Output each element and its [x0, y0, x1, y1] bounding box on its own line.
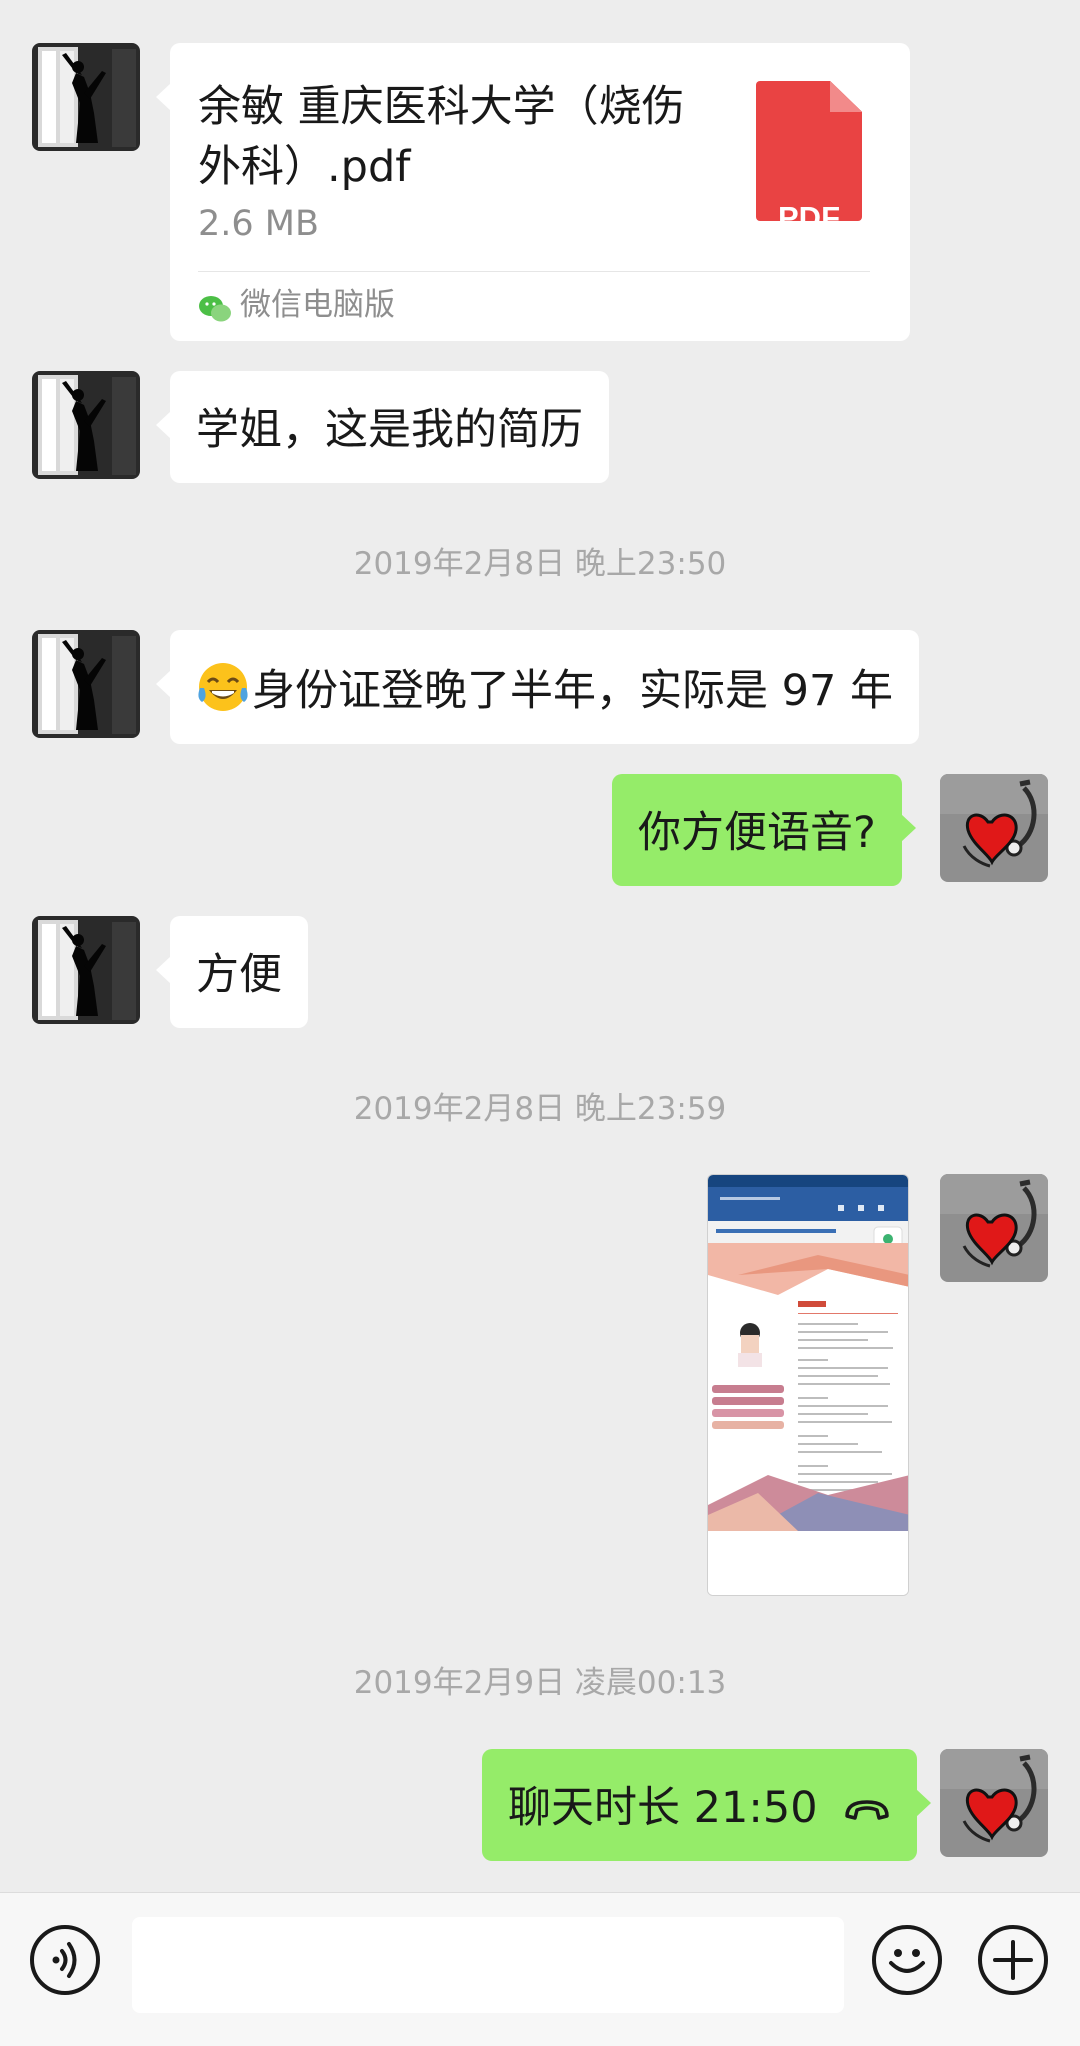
message-text: 身份证登晚了半年，实际是 97 年 — [170, 630, 919, 744]
divider — [198, 271, 870, 272]
received-message[interactable]: 学姐，这是我的简历 — [156, 371, 609, 483]
contact-avatar[interactable] — [32, 371, 140, 479]
voice-input-button[interactable] — [30, 1925, 100, 1995]
bubble-tail — [156, 411, 171, 439]
chat-area[interactable]: 余敏 重庆医科大学（烧伤外科）.pdf 2.6 MB PDF 微信电脑版 学姐，… — [0, 0, 1080, 1892]
message-input[interactable] — [132, 1917, 844, 2013]
timestamp: 2019年2月8日 晚上23:50 — [353, 546, 727, 582]
file-size: 2.6 MB — [198, 204, 319, 244]
voice-input-icon — [52, 1942, 77, 1978]
call-duration: 聊天时长 21:50 — [508, 1783, 818, 1833]
message-text: 你方便语音? — [638, 808, 876, 858]
my-avatar[interactable] — [940, 774, 1048, 882]
image-message[interactable] — [707, 1174, 909, 1596]
message-text: 方便 — [196, 950, 282, 1000]
emoji-button[interactable] — [872, 1925, 942, 1995]
my-avatar[interactable] — [940, 1749, 1048, 1857]
call-record-message[interactable]: 聊天时长 21:50 — [482, 1749, 932, 1861]
phone-hangup-icon — [845, 1800, 890, 1820]
my-avatar[interactable] — [940, 1174, 1048, 1282]
file-name: 余敏 重庆医科大学（烧伤外科）.pdf — [198, 82, 685, 192]
file-source-label: 微信电脑版 — [240, 287, 395, 323]
contact-avatar[interactable] — [32, 43, 140, 151]
message-text-body: 身份证登晚了半年，实际是 97 年 — [252, 666, 894, 716]
wechat-icon — [198, 292, 232, 322]
contact-avatar[interactable] — [32, 916, 140, 1024]
file-source: 微信电脑版 — [198, 283, 395, 327]
more-button[interactable] — [978, 1925, 1048, 1995]
timestamp: 2019年2月9日 凌晨00:13 — [353, 1665, 727, 1701]
message-text: 聊天时长 21:50 — [482, 1749, 917, 1861]
sent-message[interactable]: 你方便语音? — [612, 774, 916, 886]
tears-of-joy-emoji — [198, 663, 248, 711]
received-message[interactable]: 身份证登晚了半年，实际是 97 年 — [156, 630, 920, 744]
message-text: 学姐，这是我的简历 — [196, 405, 583, 455]
received-message[interactable]: 方便 — [156, 916, 308, 1028]
smiley-icon — [889, 1949, 925, 1973]
contact-avatar[interactable] — [32, 630, 140, 738]
file-message-card[interactable]: 余敏 重庆医科大学（烧伤外科）.pdf 2.6 MB PDF 微信电脑版 — [156, 43, 910, 341]
pdf-label: PDF — [778, 200, 840, 235]
bubble-tail — [900, 814, 916, 842]
bubble-tail — [916, 1789, 932, 1817]
plus-icon — [993, 1940, 1033, 1980]
bubble-tail — [156, 956, 171, 984]
bubble-tail — [156, 670, 171, 698]
timestamp: 2019年2月8日 晚上23:59 — [353, 1091, 727, 1127]
bubble-tail — [156, 83, 171, 111]
input-bar — [0, 1892, 1080, 2046]
